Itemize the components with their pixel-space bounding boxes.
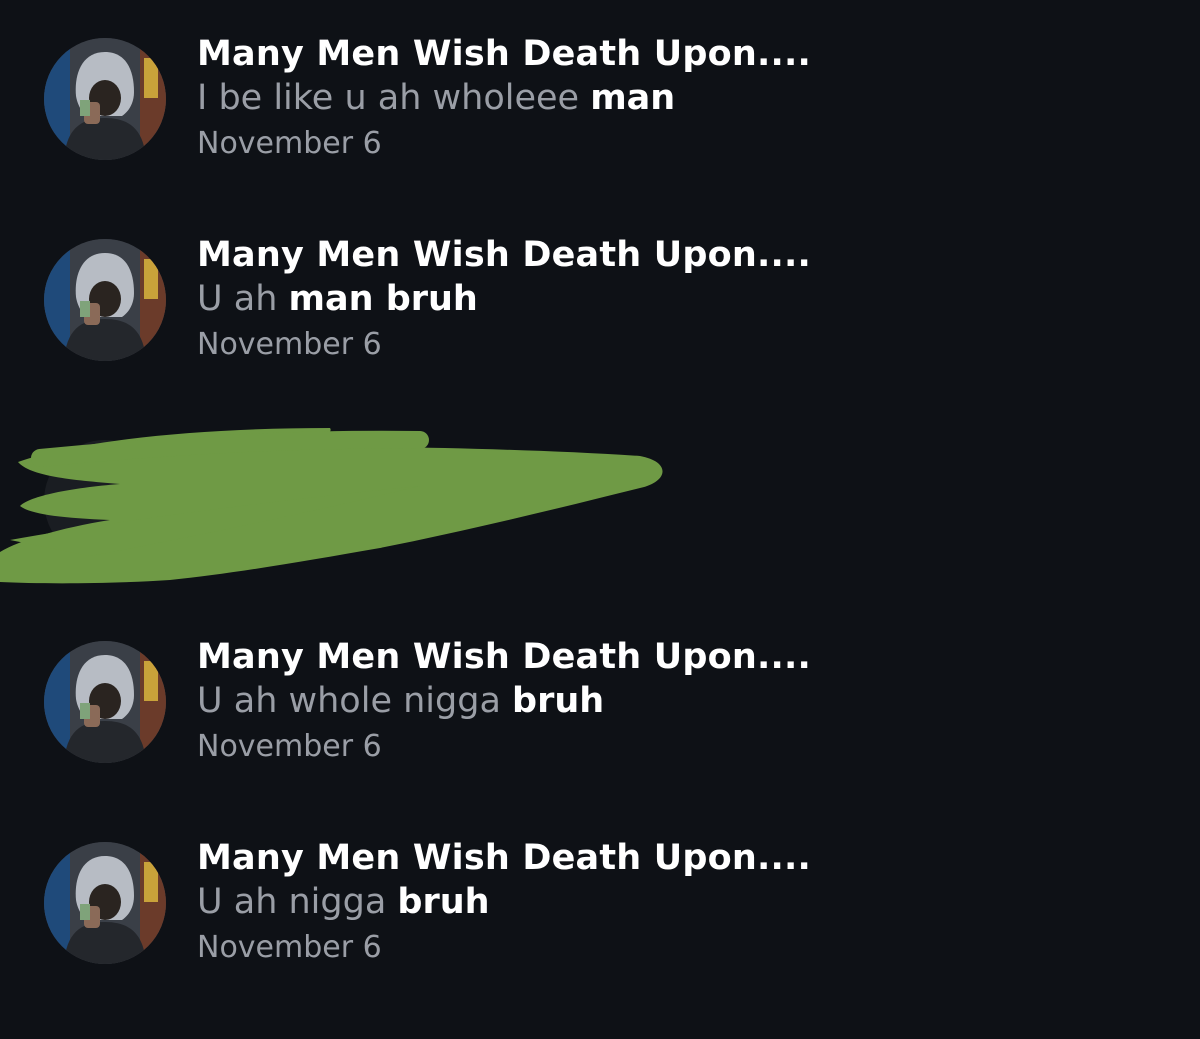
preview-text: U ah nigga — [197, 882, 398, 922]
message-row[interactable]: Many Men Wish Death Upon.... U ah whole … — [0, 603, 1200, 764]
preview-highlight: bruh — [512, 681, 605, 721]
avatar[interactable] — [44, 440, 166, 562]
preview-highlight: man — [590, 78, 676, 118]
preview-highlight: bruh — [397, 882, 490, 922]
avatar-hooded-person-icon — [44, 641, 166, 763]
conversation-title: Many Men Wish Death Upon.... — [197, 235, 812, 275]
preview-highlight: man bruh — [288, 279, 478, 319]
avatar[interactable] — [44, 239, 166, 361]
preview-text: I be like u ah wholeee — [197, 78, 591, 118]
message-date: November 6 — [197, 729, 382, 764]
conversation-title: Many Men Wish Death Upon.... — [197, 637, 812, 677]
message-preview: U ah nigga bruh — [197, 878, 1097, 926]
preview-text: U ah — [197, 279, 289, 319]
avatar[interactable] — [44, 641, 166, 763]
message-row[interactable]: Many Men Wish Death Upon.... I be like u… — [0, 0, 1200, 161]
message-row-redacted[interactable] — [0, 402, 1200, 562]
message-preview: I be like u ah wholeee man — [197, 74, 1097, 122]
avatar[interactable] — [44, 38, 166, 160]
conversation-title: Many Men Wish Death Upon.... — [197, 34, 812, 74]
message-list: Many Men Wish Death Upon.... I be like u… — [0, 0, 1200, 1039]
avatar-hooded-person-icon — [44, 38, 166, 160]
message-row[interactable]: Many Men Wish Death Upon.... U ah nigga … — [0, 804, 1200, 965]
avatar[interactable] — [44, 842, 166, 964]
avatar-hooded-person-icon — [44, 239, 166, 361]
avatar-hooded-person-icon — [44, 842, 166, 964]
message-date: November 6 — [197, 327, 382, 362]
message-date: November 6 — [197, 126, 382, 161]
message-preview: U ah man bruh — [197, 275, 1097, 323]
preview-text: U ah whole nigga — [197, 681, 513, 721]
message-date: November 6 — [197, 930, 382, 965]
message-preview: U ah whole nigga bruh — [197, 677, 1097, 725]
conversation-title: Many Men Wish Death Upon.... — [197, 838, 812, 878]
message-row[interactable]: Many Men Wish Death Upon.... U ah man br… — [0, 201, 1200, 362]
